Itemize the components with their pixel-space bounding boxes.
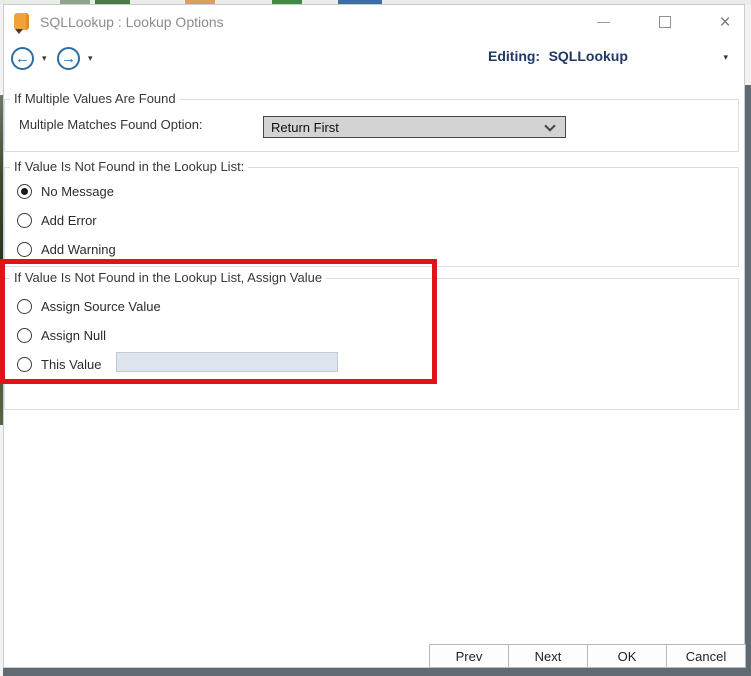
- window-edge-bottom: [3, 668, 751, 676]
- multiple-matches-label: Multiple Matches Found Option:: [19, 117, 203, 132]
- editing-label: Editing:: [488, 48, 541, 64]
- radio-icon: [17, 183, 32, 199]
- chevron-down-icon: [544, 120, 556, 132]
- radio-add-warning[interactable]: Add Warning: [17, 240, 116, 258]
- radio-label: Assign Null: [41, 327, 107, 343]
- radio-icon: [17, 212, 32, 228]
- multiple-matches-dropdown[interactable]: Return First: [263, 116, 566, 138]
- button-label: OK: [617, 648, 637, 664]
- back-arrow-icon: ←: [15, 50, 30, 67]
- editing-combobox[interactable]: Editing: SQLLookup ▾: [488, 48, 730, 70]
- chevron-down-icon: ▾: [723, 52, 728, 62]
- next-button[interactable]: Next: [508, 644, 588, 668]
- app-lookup-icon: [14, 13, 29, 34]
- forward-dropdown-caret[interactable]: ▾: [88, 53, 93, 64]
- radio-icon: [17, 241, 32, 257]
- radio-no-message[interactable]: No Message: [17, 182, 114, 200]
- forward-arrow-icon: →: [61, 50, 76, 67]
- button-label: Next: [534, 648, 562, 664]
- close-button[interactable]: ×: [704, 7, 746, 37]
- minimize-icon: [596, 21, 610, 23]
- radio-label: Assign Source Value: [41, 298, 161, 314]
- radio-assign-null[interactable]: Assign Null: [17, 326, 106, 344]
- forward-button[interactable]: →: [57, 47, 80, 70]
- radio-this-value[interactable]: This Value: [17, 355, 101, 373]
- radio-label: This Value: [41, 356, 102, 372]
- window-title: SQLLookup : Lookup Options: [40, 14, 224, 30]
- radio-icon: [17, 356, 32, 372]
- prev-button[interactable]: Prev: [429, 644, 509, 668]
- title-bar: SQLLookup : Lookup Options ×: [4, 5, 744, 41]
- radio-label: Add Error: [41, 212, 97, 228]
- radio-add-error[interactable]: Add Error: [17, 211, 97, 229]
- ok-button[interactable]: OK: [587, 644, 667, 668]
- editing-value: SQLLookup: [548, 48, 628, 64]
- cancel-button[interactable]: Cancel: [666, 644, 746, 668]
- radio-icon: [17, 298, 32, 314]
- window-edge-right: [745, 85, 751, 676]
- dropdown-value: Return First: [271, 119, 339, 135]
- maximize-button[interactable]: [644, 7, 686, 37]
- button-label: Cancel: [685, 648, 727, 664]
- back-button[interactable]: ←: [11, 47, 34, 70]
- radio-label: No Message: [41, 183, 114, 199]
- group-title: If Value Is Not Found in the Lookup List…: [10, 270, 327, 285]
- screen: SQLLookup : Lookup Options × ← ▾ → ▾ Edi…: [0, 0, 751, 676]
- radio-assign-source-value[interactable]: Assign Source Value: [17, 297, 161, 315]
- close-icon: ×: [719, 11, 731, 33]
- radio-icon: [17, 327, 32, 343]
- this-value-input[interactable]: [116, 352, 338, 372]
- group-not-found-message: If Value Is Not Found in the Lookup List…: [4, 159, 739, 267]
- button-label: Prev: [455, 648, 483, 664]
- chevron-down-icon: ▾: [42, 53, 47, 63]
- maximize-icon: [659, 16, 671, 28]
- back-dropdown-caret[interactable]: ▾: [42, 53, 47, 64]
- chevron-down-icon: ▾: [88, 53, 93, 63]
- group-title: If Multiple Values Are Found: [10, 91, 180, 106]
- group-multiple-values: If Multiple Values Are Found Multiple Ma…: [4, 91, 739, 152]
- radio-label: Add Warning: [41, 241, 116, 257]
- group-title: If Value Is Not Found in the Lookup List…: [10, 159, 249, 174]
- footer-button-row: Prev Next OK Cancel: [429, 644, 746, 668]
- group-not-found-assign: If Value Is Not Found in the Lookup List…: [4, 270, 739, 410]
- minimize-button[interactable]: [582, 7, 624, 37]
